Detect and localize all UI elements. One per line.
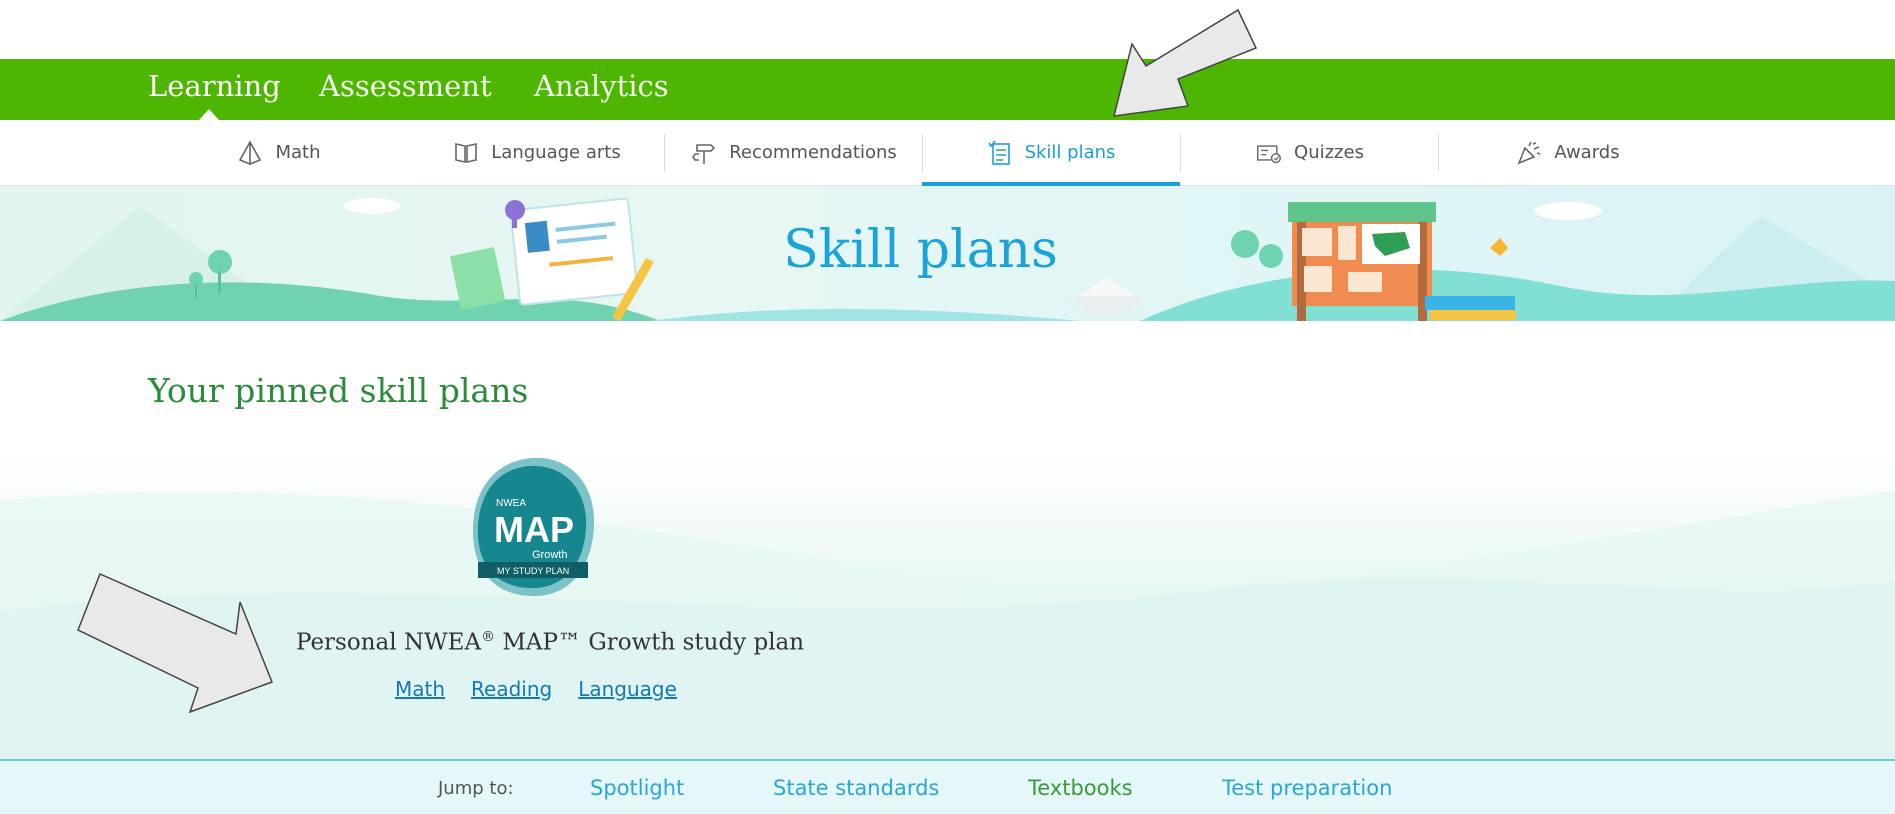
subnav-label: Quizzes xyxy=(1294,142,1364,163)
jump-to-label: Jump to: xyxy=(438,778,514,799)
plan-link-reading[interactable]: Reading xyxy=(471,677,552,701)
jump-link-spotlight[interactable]: Spotlight xyxy=(590,776,684,800)
top-blank-area xyxy=(0,0,1895,59)
pyramid-icon xyxy=(237,139,263,166)
map-growth-badge[interactable]: NWEA MAP Growth MY STUDY PLAN xyxy=(470,456,596,600)
badge-org: NWEA xyxy=(496,498,526,509)
nwea-map-logo: NWEA MAP Growth MY STUDY PLAN xyxy=(472,457,595,597)
signpost-icon xyxy=(691,140,717,166)
badge-caption: MY STUDY PLAN xyxy=(497,566,569,576)
page-banner: Skill plans xyxy=(0,186,1895,321)
jump-link-textbooks[interactable]: Textbooks xyxy=(1028,776,1133,800)
subnav-recommendations[interactable]: Recommendations xyxy=(665,120,923,185)
plan-title-prefix: Personal NWEA xyxy=(296,629,482,656)
jump-to-bar: Jump to: Spotlight State standards Textb… xyxy=(0,759,1895,814)
party-popper-icon xyxy=(1516,140,1542,166)
open-book-icon xyxy=(453,140,479,166)
subnav-label: Language arts xyxy=(491,142,621,163)
badge-name: MAP xyxy=(494,509,574,550)
quiz-icon xyxy=(1256,140,1282,166)
jump-link-test-preparation[interactable]: Test preparation xyxy=(1222,776,1392,800)
registered-mark: ® xyxy=(481,629,496,645)
secondary-nav: Math Language arts Recommendations Skill… xyxy=(0,120,1895,186)
section-heading: Your pinned skill plans xyxy=(148,371,529,410)
subnav-math[interactable]: Math xyxy=(150,120,408,185)
tab-analytics[interactable]: Analytics xyxy=(534,69,669,103)
pointer-arrow-left xyxy=(77,572,273,714)
badge-sub: Growth xyxy=(532,549,567,561)
subnav-label: Math xyxy=(275,142,321,163)
plan-link-math[interactable]: Math xyxy=(395,677,445,701)
jump-link-state-standards[interactable]: State standards xyxy=(773,776,939,800)
subnav-label: Skill plans xyxy=(1024,142,1116,163)
pinned-plans-section: Your pinned skill plans NWEA MAP Growth … xyxy=(0,321,1895,759)
active-tab-caret xyxy=(199,109,219,120)
tab-assessment[interactable]: Assessment xyxy=(319,69,492,103)
plan-title: Personal NWEA® MAP™ Growth study plan xyxy=(296,629,804,656)
subnav-awards[interactable]: Awards xyxy=(1439,120,1697,185)
primary-nav: Learning Assessment Analytics xyxy=(0,59,1895,120)
pointer-arrow-top xyxy=(1113,8,1258,117)
tab-learning[interactable]: Learning xyxy=(148,69,281,103)
subnav-language-arts[interactable]: Language arts xyxy=(408,120,666,185)
page-title: Skill plans xyxy=(783,220,1058,280)
subnav-label: Recommendations xyxy=(729,142,897,163)
plan-title-suffix: MAP™ Growth study plan xyxy=(495,629,805,656)
plan-subject-links: Math Reading Language xyxy=(395,677,677,701)
subnav-label: Awards xyxy=(1554,142,1620,163)
checklist-icon xyxy=(987,140,1013,166)
plan-link-language[interactable]: Language xyxy=(578,677,677,701)
